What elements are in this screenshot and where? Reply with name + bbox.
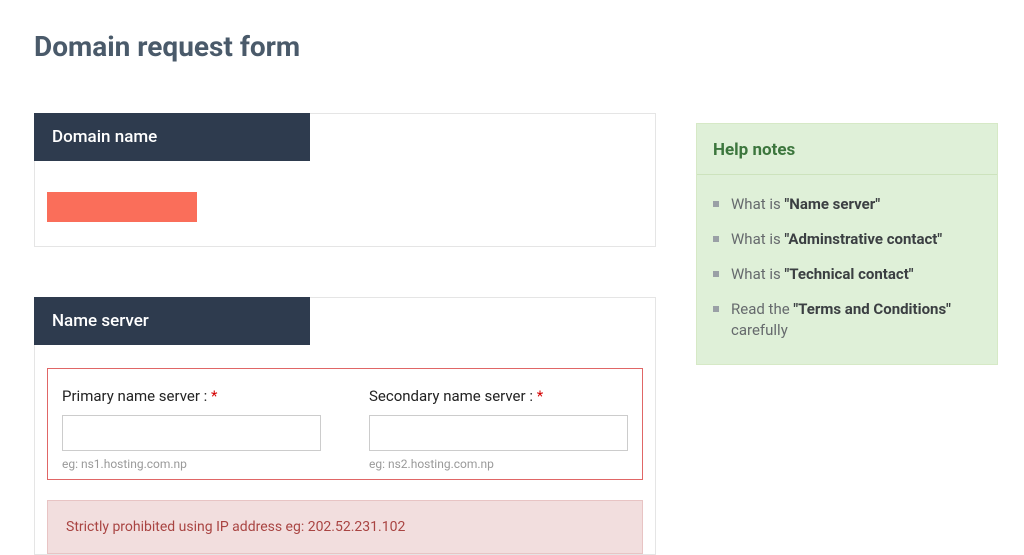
help-item-suffix: carefully (731, 321, 788, 339)
primary-ns-label: Primary name server : * (62, 387, 321, 405)
ip-warning-banner: Strictly prohibited using IP address eg:… (47, 500, 643, 554)
help-item-bold: "Terms and Conditions" (793, 300, 951, 318)
help-item-bold: "Technical contact" (784, 265, 913, 283)
secondary-ns-hint: eg: ns2.hosting.com.np (369, 457, 628, 471)
name-server-header: Name server (34, 297, 310, 345)
domain-name-value-redacted (47, 192, 197, 222)
help-item-name-server[interactable]: What is "Name server" (711, 187, 989, 222)
help-list: What is "Name server" What is "Adminstra… (697, 175, 997, 356)
help-item-bold: "Name server" (784, 195, 880, 213)
help-item-terms[interactable]: Read the "Terms and Conditions" carefull… (711, 292, 989, 348)
secondary-ns-input[interactable] (369, 415, 628, 451)
primary-ns-input[interactable] (62, 415, 321, 451)
help-panel: Help notes What is "Name server" What is… (696, 123, 998, 365)
domain-name-header: Domain name (34, 113, 310, 161)
domain-name-body (35, 162, 655, 246)
help-item-prefix: What is (731, 230, 784, 248)
page-title: Domain request form (34, 30, 990, 63)
name-server-fields: Primary name server : * eg: ns1.hosting.… (62, 387, 628, 471)
primary-ns-required: * (211, 387, 217, 405)
help-item-tech-contact[interactable]: What is "Technical contact" (711, 257, 989, 292)
primary-ns-group: Primary name server : * eg: ns1.hosting.… (62, 387, 321, 471)
secondary-ns-label-text: Secondary name server : (369, 387, 533, 405)
layout: Domain name Name server Primary name ser… (34, 113, 990, 555)
help-item-prefix: What is (731, 265, 784, 283)
secondary-ns-required: * (537, 387, 543, 405)
name-server-body: Primary name server : * eg: ns1.hosting.… (35, 346, 655, 554)
domain-name-card: Domain name (34, 113, 656, 247)
name-server-error-frame: Primary name server : * eg: ns1.hosting.… (47, 368, 643, 480)
help-item-admin-contact[interactable]: What is "Adminstrative contact" (711, 222, 989, 257)
help-item-bold: "Adminstrative contact" (784, 230, 942, 248)
side-column: Help notes What is "Name server" What is… (696, 113, 998, 365)
help-panel-header: Help notes (697, 124, 997, 175)
primary-ns-hint: eg: ns1.hosting.com.np (62, 457, 321, 471)
secondary-ns-label: Secondary name server : * (369, 387, 628, 405)
name-server-card: Name server Primary name server : * eg: … (34, 297, 656, 555)
help-item-prefix: Read the (731, 300, 793, 318)
main-column: Domain name Name server Primary name ser… (34, 113, 656, 555)
help-item-prefix: What is (731, 195, 784, 213)
secondary-ns-group: Secondary name server : * eg: ns2.hostin… (369, 387, 628, 471)
primary-ns-label-text: Primary name server : (62, 387, 207, 405)
